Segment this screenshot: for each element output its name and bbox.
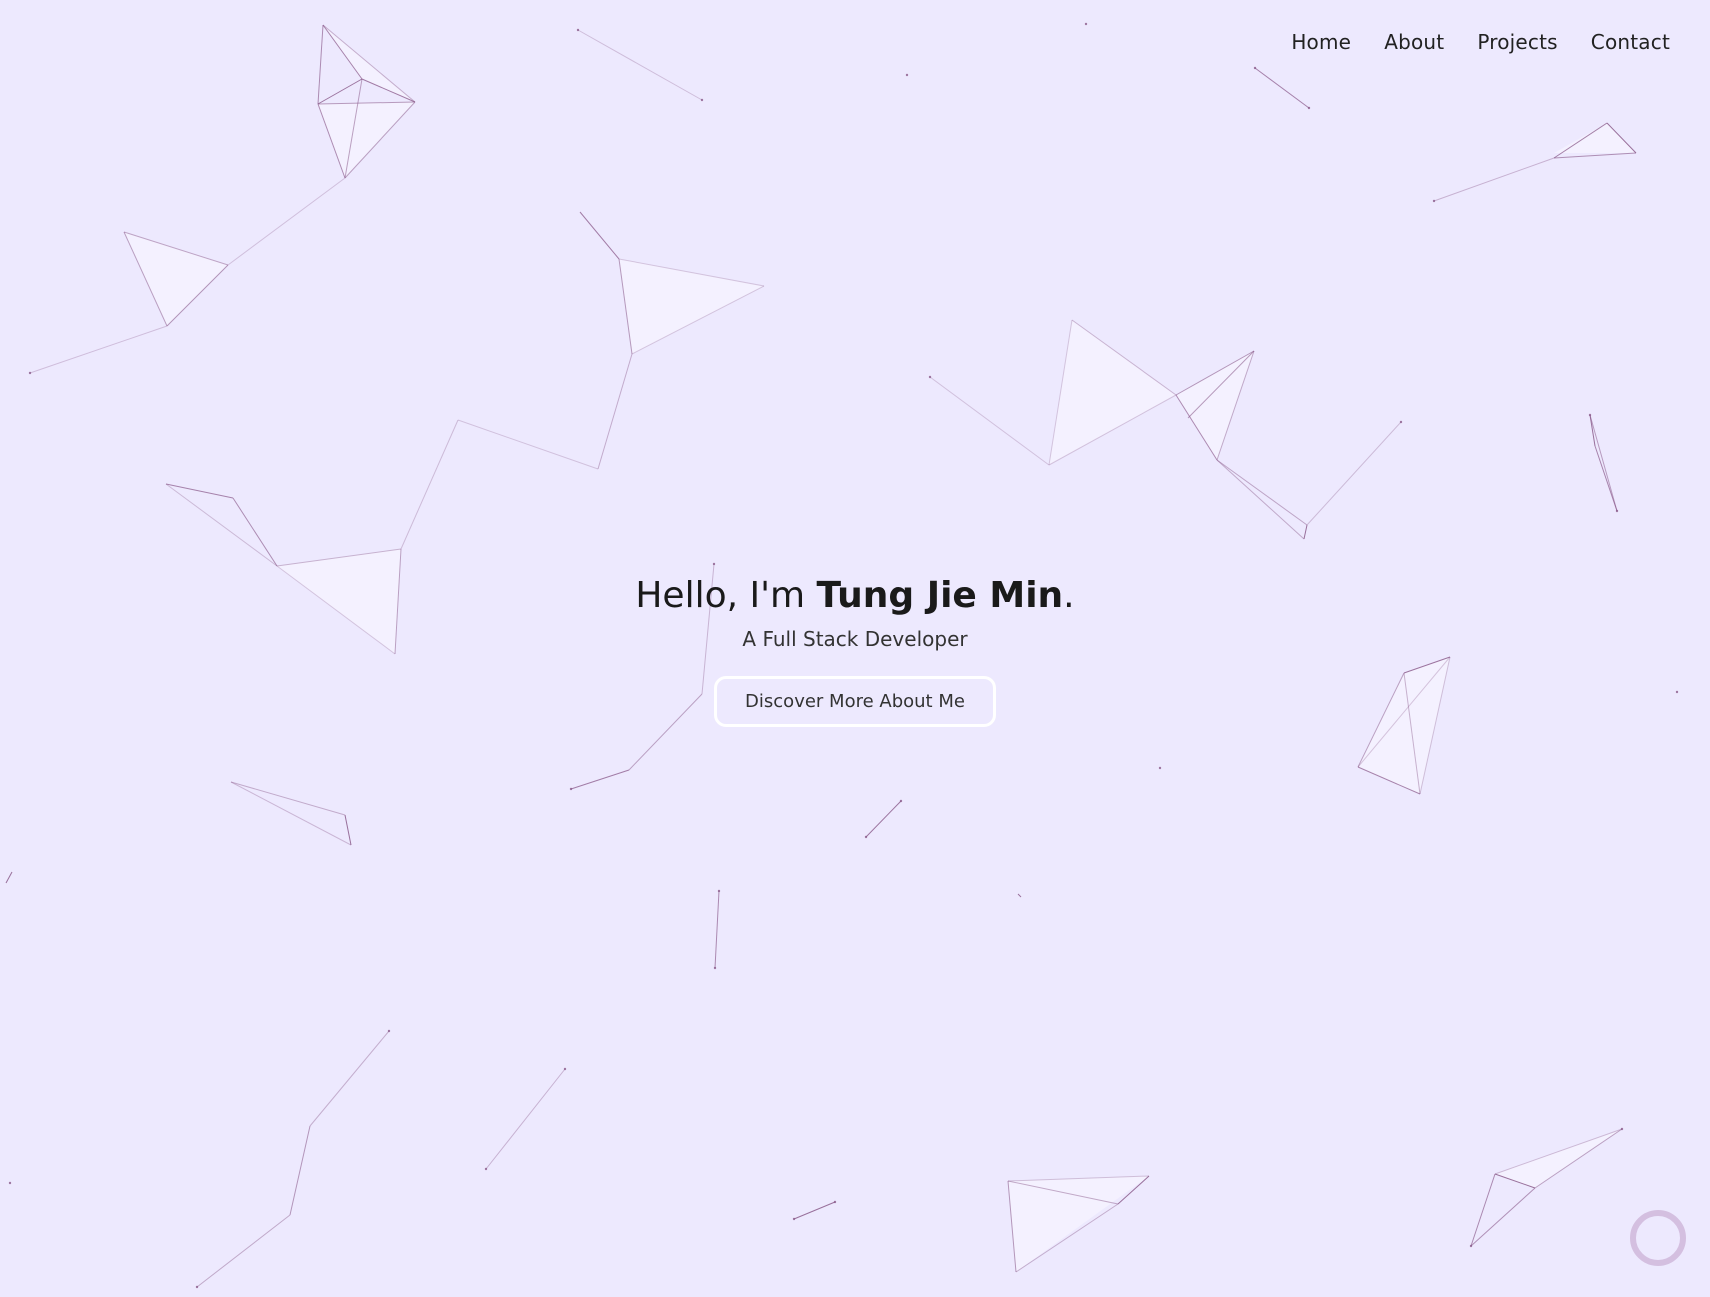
network-line	[400, 419, 459, 550]
network-line	[227, 177, 346, 266]
network-line	[579, 211, 620, 260]
network-line	[1216, 459, 1308, 526]
hero-greeting: Hello, I'm	[635, 575, 817, 616]
network-node	[928, 375, 932, 379]
network-node	[576, 28, 580, 32]
network-node	[1469, 1244, 1473, 1248]
network-line	[793, 1201, 836, 1220]
network-node	[8, 1181, 12, 1185]
hero-title: Hello, I'm Tung Jie Min.	[0, 570, 1710, 622]
network-line	[29, 325, 168, 374]
network-node	[905, 73, 909, 77]
network-triangle-fill	[318, 102, 415, 178]
network-line	[232, 497, 278, 567]
network-node	[712, 562, 716, 566]
network-line	[714, 890, 720, 969]
network-node	[1307, 106, 1311, 110]
network-line	[230, 781, 352, 846]
network-node	[28, 371, 32, 375]
network-node	[1158, 766, 1162, 770]
network-node	[1588, 413, 1592, 417]
network-line	[1303, 524, 1308, 540]
hero-name: Tung Jie Min	[816, 575, 1064, 616]
network-line	[570, 769, 630, 790]
network-node	[792, 1217, 796, 1221]
network-line	[929, 376, 1050, 466]
network-node	[484, 1167, 488, 1171]
network-line	[457, 419, 599, 470]
network-node	[195, 1285, 199, 1289]
network-line	[317, 24, 324, 105]
network-node	[833, 1200, 837, 1204]
network-line	[196, 1214, 291, 1288]
network-triangle-fill	[1176, 351, 1254, 460]
network-node	[1432, 199, 1436, 203]
hero-subtitle: A Full Stack Developer	[742, 627, 968, 651]
network-line	[1216, 459, 1305, 540]
network-line	[1589, 414, 1618, 512]
hero-section: Hello, I'm Tung Jie Min. A Full Stack De…	[0, 570, 1710, 727]
network-node	[864, 835, 868, 839]
network-line	[1553, 152, 1637, 159]
network-node	[717, 889, 721, 893]
network-line	[322, 24, 416, 103]
network-line	[5, 871, 13, 884]
network-line	[322, 24, 363, 80]
network-line	[597, 353, 633, 470]
network-node	[563, 1067, 567, 1071]
network-node	[1084, 22, 1088, 26]
network-line	[289, 1125, 311, 1216]
nav-home[interactable]: Home	[1291, 30, 1351, 54]
network-line	[1433, 157, 1555, 202]
discover-more-button[interactable]: Discover More About Me	[714, 676, 996, 727]
network-triangle-fill	[1495, 1129, 1622, 1188]
network-triangle-fill	[124, 232, 228, 326]
network-node	[713, 966, 717, 970]
network-line	[1017, 893, 1022, 898]
network-line	[577, 29, 703, 101]
hero-punctuation: .	[1063, 575, 1075, 616]
network-node	[1615, 509, 1619, 513]
network-node	[1253, 66, 1257, 70]
network-node	[1620, 1127, 1624, 1131]
network-line	[865, 800, 902, 838]
nav-projects[interactable]: Projects	[1477, 30, 1557, 54]
network-triangle-fill	[619, 259, 764, 354]
network-node	[899, 799, 903, 803]
network-line	[1594, 445, 1618, 512]
network-line	[1306, 421, 1402, 526]
network-line	[165, 483, 278, 567]
network-triangle-fill	[1554, 123, 1636, 153]
network-line	[344, 814, 352, 846]
nav-about[interactable]: About	[1384, 30, 1444, 54]
network-node	[1399, 420, 1403, 424]
network-node	[387, 1029, 391, 1033]
network-triangle-fill	[1008, 1176, 1149, 1272]
nav-contact[interactable]: Contact	[1591, 30, 1670, 54]
top-navigation: Home About Projects Contact	[1291, 30, 1670, 54]
network-line	[1254, 67, 1310, 109]
network-node	[700, 98, 704, 102]
network-line	[485, 1068, 566, 1170]
network-line	[317, 78, 363, 105]
network-node	[569, 787, 573, 791]
network-line	[230, 781, 346, 816]
network-line	[309, 1030, 390, 1127]
ring-icon	[1630, 1210, 1686, 1266]
